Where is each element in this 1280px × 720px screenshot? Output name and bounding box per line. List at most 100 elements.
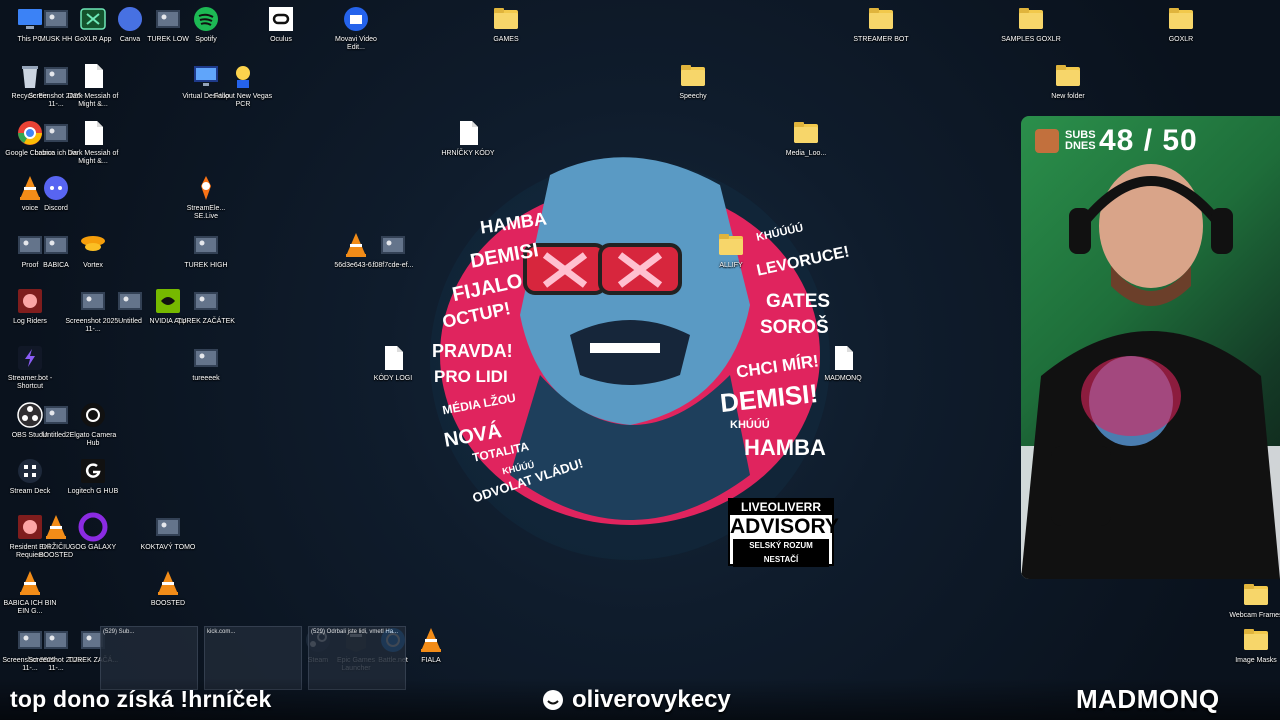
desktop-icon-turek-zacatek[interactable]: TUREK ZAČÁTEK [176,286,236,326]
streamdeck-icon [15,456,45,486]
desktop-icon-f08f7cde[interactable]: f08f7cde-ef... [363,230,423,270]
vlc-icon [15,568,45,598]
desktop-icon-gog-galaxy[interactable]: GOG GALAXY [63,512,123,552]
desktop-icon-tureeeek[interactable]: tureeeek [176,343,236,383]
streamer-silhouette [1021,164,1280,579]
desktop-icon-label: STREAMER BOT [853,36,909,43]
subs-count: 48 / 50 [1099,124,1198,157]
desktop-icon-new-folder[interactable]: New folder [1038,61,1098,101]
art-word-15: SOROŠ [760,317,829,338]
streamelements-icon [191,173,221,203]
desktop-icon-allify[interactable]: ALLIFY [701,230,761,270]
thumbnail-title: kick.com... [207,629,236,635]
folder-icon [716,230,746,260]
desktop-icon-label: TUREK HIGH [184,262,228,269]
desktop-icon-babica-ich-bin-ein[interactable]: BABICA ICH BIN EIN G... [0,568,60,616]
desktop-icon-kody-logi[interactable]: KÓDY LOGI [363,343,423,383]
file-icon [78,118,108,148]
desktop-icon-label: GOG GALAXY [69,544,117,551]
desktop-icon-label: BOOSTED [150,600,186,607]
file-icon [378,343,408,373]
donation-message: top dono získá !hrníček [10,686,272,712]
webcam-feed: SUBS DNES 48 / 50 [1021,116,1280,579]
fallout-icon [228,61,258,91]
desktop-icon-stream-deck[interactable]: Stream Deck [0,456,60,496]
desktop-icon-label: Speechy [679,93,707,100]
file-icon [828,343,858,373]
channel-name: oliverovykecy [572,686,731,713]
desktop-icon-fiala[interactable]: FIALA [401,625,461,665]
desktop-icon-label: ALLIFY [719,262,743,269]
folder-icon [491,4,521,34]
desktop-icon-games[interactable]: GAMES [476,4,536,44]
desktop-icon-oculus[interactable]: Oculus [251,4,311,44]
desktop-icon-samples-goxlr[interactable]: SAMPLES GOXLR [1001,4,1061,44]
file-icon [453,118,483,148]
desktop-icon-label: Spotify [195,36,217,43]
desktop-icon-koktavy-tomo[interactable]: KOKTAVÝ TOMO [138,512,198,552]
desktop-icon-boosted[interactable]: BOOSTED [138,568,198,608]
desktop-icon-image-masks[interactable]: Image Masks [1226,625,1280,665]
desktop-icon-hrnicky-kody[interactable]: HRNÍČKY KÓDY [438,118,498,158]
file-icon [78,61,108,91]
desktop-icon-label: Streamer.bot - Shortcut [7,375,53,390]
desktop-icon-goxlr-folder[interactable]: GOXLR [1151,4,1211,44]
desktop-icon-speechy[interactable]: Speechy [663,61,723,101]
desktop-icon-dark-messiah-1[interactable]: Dark Messiah of Might &... [63,61,123,109]
desktop-icon-streamer-bot-folder[interactable]: STREAMER BOT [851,4,911,44]
desktop-icon-label: Stream Deck [9,488,51,495]
discord-icon [41,173,71,203]
desktop-icon-log-riders[interactable]: Log Riders [0,286,60,326]
image-icon [191,286,221,316]
thumbnail-title: (529) Sub... [103,629,135,635]
desktop-icon-turek-high[interactable]: TUREK HIGH [176,230,236,270]
desktop-icon-label: Dark Messiah of Might &... [67,150,119,165]
image-icon [378,230,408,260]
desktop-icon-fallout[interactable]: Fallout New Vegas PCR [213,61,273,109]
desktop-icon-spotify[interactable]: Spotify [176,4,236,44]
desktop-icon-media-loo[interactable]: Media_Loo... [776,118,836,158]
gog-icon [78,512,108,542]
desktop-icon-madmonq-file[interactable]: MADMONQ [813,343,873,383]
desktop-icon-label: TUREK ZAČÁTEK [177,318,235,325]
oculus-icon [266,4,296,34]
desktop-icon-label: HRNÍČKY KÓDY [441,150,495,157]
desktop-icon-label: MADMONQ [824,375,862,382]
advisory-middle: ADVISORY [730,515,839,538]
desktop-icon-discord[interactable]: Discord [26,173,86,213]
desktop-icon-label: Fallout New Vegas PCR [213,93,273,108]
desktop-icon-streamer-bot[interactable]: Streamer.bot - Shortcut [0,343,60,391]
desktop-icon-label: New folder [1051,93,1085,100]
folder-icon [791,118,821,148]
desktop-icon-movavi[interactable]: Movavi Video Edit... [326,4,386,52]
movavi-icon [341,4,371,34]
desktop-icon-logitech[interactable]: Logitech G HUB [63,456,123,496]
desktop-icon-label: Webcam Frames [1229,612,1280,619]
kick-logo-icon [543,690,563,710]
vortex-icon [78,230,108,260]
logitech-icon [78,456,108,486]
desktop-icon-dark-messiah-2[interactable]: Dark Messiah of Might &... [63,118,123,166]
desktop-icon-label: Oculus [270,36,292,43]
desktop-icon-vortex[interactable]: Vortex [63,230,123,270]
art-word-19: HAMBA [744,435,826,460]
folder-icon [1053,61,1083,91]
desktop-icon-label: Elgato Camera Hub [69,432,117,447]
desktop-icon-label: f08f7cde-ef... [372,262,414,269]
camera-icon [78,400,108,430]
crown-icon [1035,129,1059,153]
image-icon [191,343,221,373]
desktop-icon-webcam-frames[interactable]: Webcam Frames [1226,580,1280,620]
advisory-bottom: SELSKÝ ROZUM NESTAČÍ [733,539,829,567]
subs-goal: SUBS DNES 48 / 50 [1035,124,1198,158]
desktop-icon-streamelements[interactable]: StreamEle... SE.Live [176,173,236,221]
desktop-icon-label: KOKTAVÝ TOMO [140,544,196,551]
desktop-icon-label: Dark Messiah of Might &... [67,93,119,108]
desktop-icon-label: GOXLR [1168,36,1194,43]
art-word-18: KHÚÚÚ [730,419,770,431]
desktop-icon-elgato[interactable]: Elgato Camera Hub [63,400,123,448]
art-word-6: PRO LIDI [434,367,508,386]
spotify-icon [191,4,221,34]
parental-advisory-label: LIVEOLIVERR ADVISORY SELSKÝ ROZUM NESTAČ… [728,498,839,567]
folder-icon [866,4,896,34]
